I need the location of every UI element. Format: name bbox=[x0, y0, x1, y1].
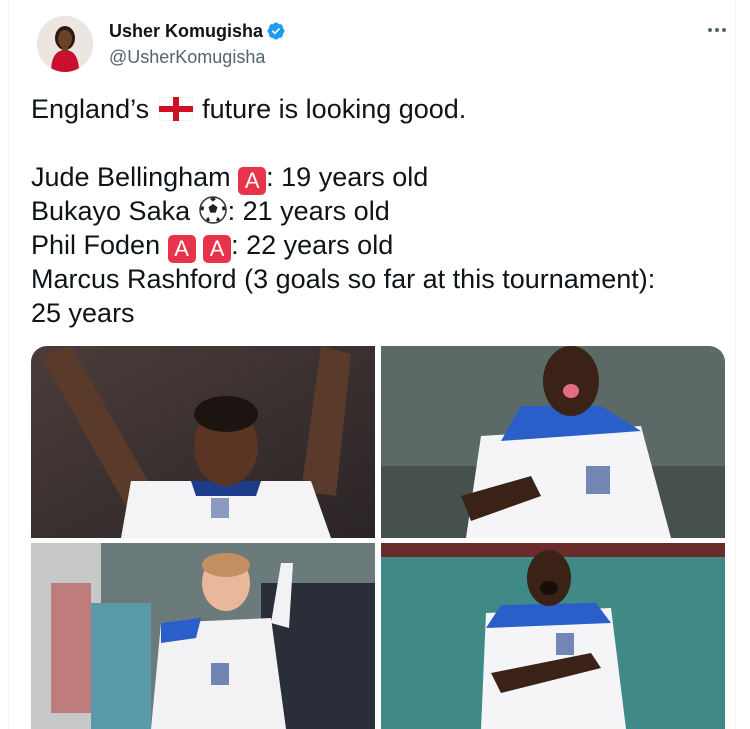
player-name: Phil Foden bbox=[31, 230, 161, 260]
a-button-emoji: A bbox=[167, 235, 196, 263]
handle[interactable]: @UsherKomugisha bbox=[109, 46, 286, 68]
tweet-text-prefix: England’s bbox=[31, 94, 150, 124]
england-flag-icon bbox=[158, 97, 193, 121]
player-age: : 19 years old bbox=[266, 162, 429, 192]
tweet-text-suffix: future is looking good. bbox=[202, 94, 467, 124]
player-name: Bukayo Saka bbox=[31, 196, 191, 226]
player-age: : 21 years old bbox=[227, 196, 390, 226]
tweet-media-grid bbox=[31, 346, 725, 729]
tweet-header: Usher Komugisha @UsherKomugisha bbox=[29, 14, 729, 76]
tweet-line-1: England’s future is looking good. bbox=[31, 92, 721, 126]
more-options-icon[interactable] bbox=[705, 18, 729, 42]
display-name[interactable]: Usher Komugisha bbox=[109, 20, 263, 42]
tweet-card: Usher Komugisha @UsherKomugisha England’… bbox=[8, 0, 736, 729]
avatar[interactable] bbox=[37, 16, 93, 72]
player-line-rashford: Marcus Rashford (3 goals so far at this … bbox=[31, 262, 721, 296]
photo-player-shouting[interactable] bbox=[381, 543, 725, 729]
photo-player-pointing[interactable] bbox=[31, 543, 375, 729]
player-line-bellingham: Jude Bellingham A: 19 years old bbox=[31, 160, 721, 195]
verified-badge-icon bbox=[267, 22, 285, 40]
soccer-ball-icon bbox=[198, 196, 227, 224]
avatar-image bbox=[37, 16, 93, 72]
author-names: Usher Komugisha @UsherKomugisha bbox=[109, 20, 286, 68]
photo-player-tongue-out[interactable] bbox=[381, 346, 725, 538]
player-age: : 22 years old bbox=[231, 230, 394, 260]
a-button-emoji: A bbox=[238, 167, 267, 195]
player-name: Marcus Rashford (3 goals so far at this … bbox=[31, 264, 656, 294]
tweet-text: England’s future is looking good. Jude B… bbox=[31, 92, 721, 330]
player-name: Jude Bellingham bbox=[31, 162, 231, 192]
photo-player-arms-raised[interactable] bbox=[31, 346, 375, 538]
a-button-emoji: A bbox=[203, 235, 232, 263]
player-age: 25 years bbox=[31, 298, 135, 328]
player-line-saka: Bukayo Saka : 21 years old bbox=[31, 194, 721, 228]
player-line-rashford-age: 25 years bbox=[31, 296, 721, 330]
player-line-foden: Phil Foden A A: 22 years old bbox=[31, 228, 721, 263]
